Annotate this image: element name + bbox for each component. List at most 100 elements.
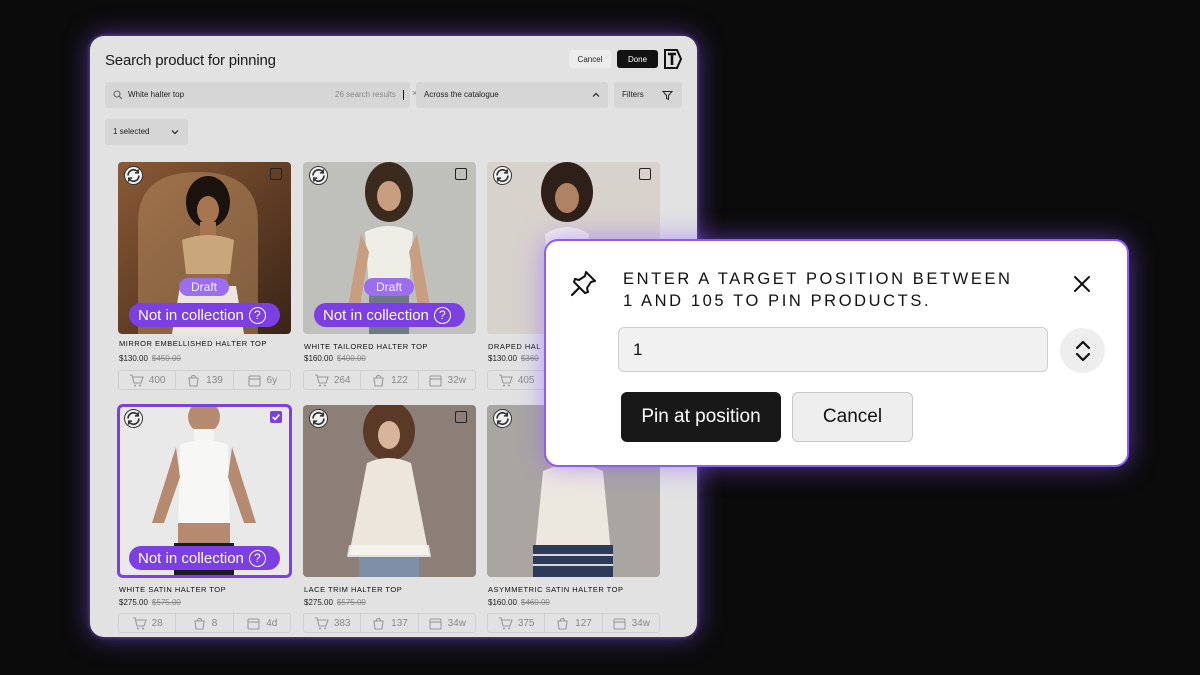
sync-icon[interactable] <box>309 166 328 185</box>
orders-stat: 8 <box>176 614 234 632</box>
orders-count: 127 <box>575 617 592 629</box>
product-name: WHITE SATIN HALTER TOP <box>119 585 227 594</box>
pin-icon <box>570 271 596 297</box>
position-input[interactable] <box>618 327 1048 372</box>
product-price: $160.00 $400.00 <box>304 354 366 363</box>
pin-position-dialog: ENTER A TARGET POSITION BETWEEN 1 AND 10… <box>544 239 1129 467</box>
filters-label: Filters <box>622 90 644 99</box>
age-stat: 4d <box>234 614 290 632</box>
sync-icon[interactable] <box>124 166 143 185</box>
panel-cancel-button[interactable]: Cancel <box>569 50 611 68</box>
sync-icon[interactable] <box>493 166 512 185</box>
cart-icon <box>498 616 513 629</box>
sync-icon[interactable] <box>124 409 143 428</box>
search-input[interactable]: White halter top <box>128 90 184 99</box>
scope-label: Across the catalogue <box>424 90 499 99</box>
age-value: 34w <box>447 617 466 629</box>
cart-count: 400 <box>148 374 166 386</box>
product-image[interactable]: Draft Not in collection? <box>303 162 476 334</box>
age-stat: 34w <box>603 614 659 632</box>
close-icon[interactable] <box>1073 275 1091 293</box>
product-checkbox[interactable] <box>270 411 282 423</box>
filter-icon <box>662 91 673 101</box>
product-name: WHITE TAILORED HALTER TOP <box>304 342 428 351</box>
panel-title: Search product for pinning <box>105 52 276 69</box>
dialog-title: ENTER A TARGET POSITION BETWEEN 1 AND 10… <box>623 270 1013 310</box>
bag-icon <box>557 617 568 630</box>
cart-stat: 375 <box>488 614 546 632</box>
age-stat: 32w <box>419 371 475 389</box>
cart-count: 375 <box>517 617 535 629</box>
cart-stat: 400 <box>119 371 177 389</box>
age-value: 6y <box>266 374 278 386</box>
current-price: $160.00 <box>304 354 333 363</box>
product-checkbox[interactable] <box>639 168 651 180</box>
original-price: $460.00 <box>520 598 550 607</box>
cart-count: 383 <box>333 617 351 629</box>
selection-dropdown[interactable]: 1 selected <box>105 119 188 145</box>
cart-stat: 405 <box>488 371 546 389</box>
orders-count: 8 <box>211 617 218 629</box>
product-price: $130.00 $450.00 <box>119 354 181 363</box>
product-name: MIRROR EMBELLISHED HALTER TOP <box>119 339 267 348</box>
current-price: $130.00 <box>488 354 517 363</box>
age-value: 32w <box>447 374 466 386</box>
calendar-icon <box>613 617 626 630</box>
product-image[interactable] <box>303 405 476 577</box>
search-field[interactable]: White halter top 26 search results × <box>105 82 417 108</box>
badge-label: Not in collection <box>138 549 244 567</box>
not-in-collection-badge: Not in collection? <box>129 303 280 327</box>
sync-icon[interactable] <box>309 409 328 428</box>
position-stepper[interactable] <box>1060 328 1105 373</box>
scope-dropdown[interactable]: Across the catalogue <box>416 82 608 108</box>
calendar-icon <box>429 374 442 387</box>
bag-icon <box>373 617 384 630</box>
panel-done-button[interactable]: Done <box>617 50 658 68</box>
product-stats: 383 137 34w <box>303 613 476 633</box>
check-icon <box>272 414 280 421</box>
not-in-collection-badge: Not in collection? <box>314 303 465 327</box>
cart-icon <box>129 373 144 386</box>
cart-count: 28 <box>151 617 163 629</box>
cart-count: 264 <box>333 374 351 386</box>
bag-icon <box>188 374 199 387</box>
original-price: $575.00 <box>336 598 366 607</box>
badge-label: Not in collection <box>138 306 244 324</box>
stepper-arrows-icon <box>1075 340 1090 361</box>
product-checkbox[interactable] <box>455 411 467 423</box>
product-image[interactable]: Draft Not in collection? <box>118 162 291 334</box>
cart-icon <box>314 373 329 386</box>
orders-stat: 122 <box>361 371 419 389</box>
not-in-collection-badge: Not in collection? <box>129 546 280 570</box>
product-price: $275.00 $575.00 <box>119 598 181 607</box>
cart-icon <box>132 616 147 629</box>
orders-count: 137 <box>391 617 408 629</box>
product-price: $160.00 $460.00 <box>488 598 550 607</box>
dialog-cancel-button[interactable]: Cancel <box>792 392 913 442</box>
product-name: LACE TRIM HALTER TOP <box>304 585 403 594</box>
filters-button[interactable]: Filters <box>614 82 682 108</box>
sync-icon[interactable] <box>493 409 512 428</box>
calendar-icon <box>247 617 260 630</box>
product-name: ASYMMETRIC SATIN HALTER TOP <box>488 585 624 594</box>
original-price: $575.00 <box>151 598 181 607</box>
product-price: $130.00 $360 <box>488 354 539 363</box>
cart-stat: 264 <box>304 371 362 389</box>
draft-badge: Draft <box>364 278 414 296</box>
product-image[interactable]: Not in collection? <box>117 404 292 578</box>
pin-at-position-button[interactable]: Pin at position <box>621 392 781 442</box>
cart-icon <box>314 616 329 629</box>
current-price: $160.00 <box>488 598 517 607</box>
original-price: $400.00 <box>336 354 366 363</box>
product-checkbox[interactable] <box>270 168 282 180</box>
brand-logo-icon <box>664 49 682 69</box>
product-checkbox[interactable] <box>455 168 467 180</box>
help-icon[interactable]: ? <box>248 549 266 567</box>
text-cursor <box>403 90 404 100</box>
chevron-up-icon <box>592 92 600 97</box>
badge-label: Not in collection <box>323 306 429 324</box>
help-icon[interactable]: ? <box>248 306 266 324</box>
current-price: $275.00 <box>304 598 333 607</box>
help-icon[interactable]: ? <box>433 306 451 324</box>
orders-count: 139 <box>206 374 223 386</box>
